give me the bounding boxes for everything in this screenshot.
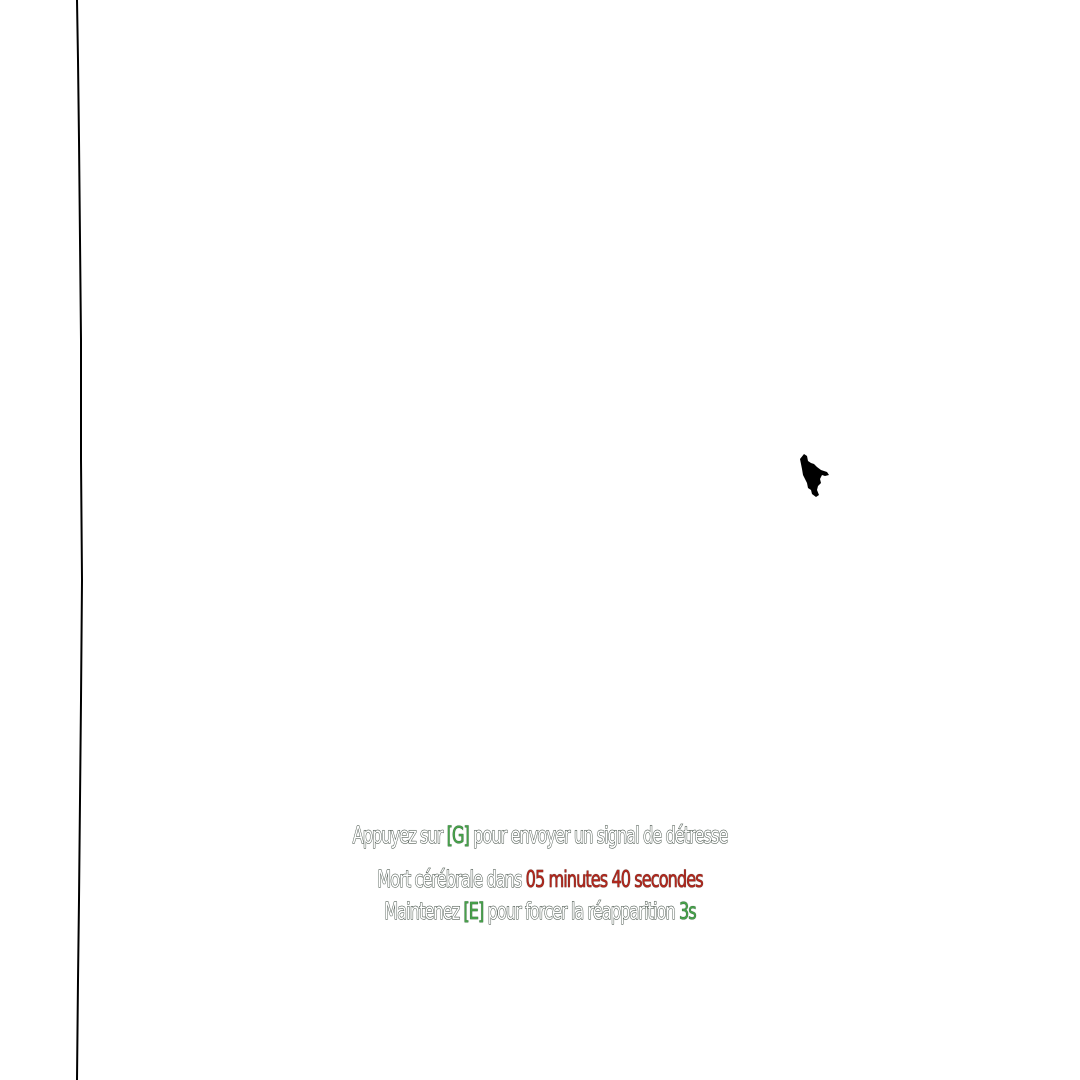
distress-key-hint: [G] (446, 823, 470, 850)
game-viewport: Appuyez sur [G] pour envoyer un signal d… (0, 0, 1080, 1080)
player-silhouette-icon (800, 454, 829, 497)
distress-prompt-suffix: pour envoyer un signal de détresse (468, 823, 729, 850)
respawn-prompt-prefix: Maintenez (384, 899, 464, 926)
force-respawn-prompt: Maintenez [E] pour forcer la réapparitio… (119, 899, 961, 926)
death-timer-prefix: Mort cérébrale dans (377, 867, 526, 894)
brain-death-timer: Mort cérébrale dans 05 minutes 40 second… (119, 867, 961, 894)
respawn-prompt-middle: pour forcer la réapparition (483, 899, 679, 926)
distress-prompt-prefix: Appuyez sur (352, 823, 447, 850)
respawn-countdown: 3s (678, 899, 697, 926)
distress-signal-prompt: Appuyez sur [G] pour envoyer un signal d… (119, 823, 961, 850)
death-timer-value: 05 minutes 40 secondes (525, 867, 704, 894)
respawn-key-hint: [E] (463, 899, 484, 926)
